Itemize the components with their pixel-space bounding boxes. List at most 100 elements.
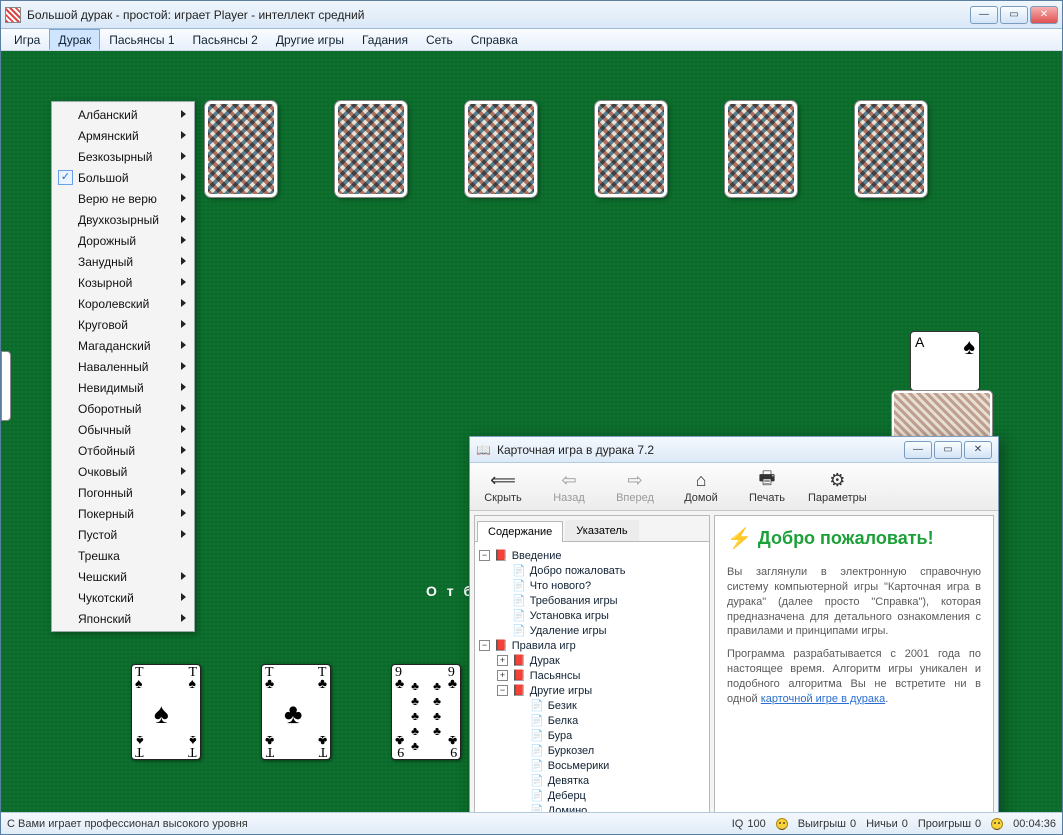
tree-toggle-icon[interactable]: − xyxy=(497,685,508,696)
help-minimize-button[interactable]: — xyxy=(904,441,932,459)
tree-toggle-icon[interactable]: + xyxy=(497,670,508,681)
menu-item[interactable]: Двухкозырный xyxy=(54,209,192,230)
menu-item[interactable]: Наваленный xyxy=(54,356,192,377)
toolbar-icon: ⇦ xyxy=(561,470,576,492)
menu-item[interactable]: Пустой xyxy=(54,524,192,545)
help-titlebar: 📖 Карточная игра в дурака 7.2 — ▭ ✕ xyxy=(470,437,998,463)
menu-игра[interactable]: Игра xyxy=(5,29,49,50)
chevron-right-icon xyxy=(181,446,186,454)
tree-item[interactable]: 📄Девятка xyxy=(479,773,705,788)
chevron-right-icon xyxy=(181,110,186,118)
durak-submenu: АлбанскийАрмянскийБезкозырный✓БольшойВер… xyxy=(51,101,195,632)
menu-справка[interactable]: Справка xyxy=(462,29,527,50)
help-tool-печать[interactable]: 🖶Печать xyxy=(742,470,792,504)
deck[interactable]: A ♠ xyxy=(882,331,1002,441)
help-tool-домой[interactable]: ⌂Домой xyxy=(676,470,726,504)
help-tool-скрыть[interactable]: ⟸Скрыть xyxy=(478,470,528,504)
minimize-button[interactable]: — xyxy=(970,6,998,24)
menu-item[interactable]: Погонный xyxy=(54,482,192,503)
menu-item[interactable]: Обычный xyxy=(54,419,192,440)
tree-item[interactable]: 📄Белка xyxy=(479,713,705,728)
tree-item[interactable]: −📕Другие игры xyxy=(479,683,705,698)
tree-item[interactable]: −📕Введение xyxy=(479,548,705,563)
menu-item[interactable]: Отбойный xyxy=(54,440,192,461)
menu-item[interactable]: Королевский xyxy=(54,293,192,314)
menu-item[interactable]: Безкозырный xyxy=(54,146,192,167)
tree-item[interactable]: 📄Бура xyxy=(479,728,705,743)
menu-item[interactable]: Чукотский xyxy=(54,587,192,608)
help-tool-параметры[interactable]: ⚙Параметры xyxy=(808,470,867,504)
tree-item[interactable]: 📄Установка игры xyxy=(479,608,705,623)
tree-item[interactable]: 📄Восьмерики xyxy=(479,758,705,773)
menu-item[interactable]: Оборотный xyxy=(54,398,192,419)
status-draws: Ничьи 0 xyxy=(866,818,908,830)
book-icon: 📕 xyxy=(512,654,526,667)
tree-item[interactable]: +📕Пасьянсы xyxy=(479,668,705,683)
menu-item[interactable]: Чешский xyxy=(54,566,192,587)
menu-item[interactable]: Верю не верю xyxy=(54,188,192,209)
menubar: ИграДуракПасьянсы 1Пасьянсы 2Другие игры… xyxy=(1,29,1062,51)
tree-toggle-icon[interactable]: − xyxy=(479,550,490,561)
menu-item[interactable]: Армянский xyxy=(54,125,192,146)
menu-item[interactable]: Трешка xyxy=(54,545,192,566)
maximize-button[interactable]: ▭ xyxy=(1000,6,1028,24)
close-button[interactable]: ✕ xyxy=(1030,6,1058,24)
book-icon: 📕 xyxy=(494,549,508,562)
menu-дурак[interactable]: Дурак xyxy=(49,29,100,50)
menu-другие игры[interactable]: Другие игры xyxy=(267,29,353,50)
page-icon: 📄 xyxy=(512,594,526,607)
menu-item[interactable]: Круговой xyxy=(54,314,192,335)
tree-item[interactable]: 📄Добро пожаловать xyxy=(479,563,705,578)
menu-item[interactable]: ✓Большой xyxy=(54,167,192,188)
menu-item[interactable]: Козырной xyxy=(54,272,192,293)
menu-item[interactable]: Японский xyxy=(54,608,192,629)
tree-item[interactable]: +📕Дурак xyxy=(479,653,705,668)
player-card[interactable]: Т♣Т♣Т♣Т♣♣ xyxy=(261,664,331,760)
page-icon: 📄 xyxy=(512,624,526,637)
menu-пасьянсы 2[interactable]: Пасьянсы 2 xyxy=(184,29,267,50)
help-close-button[interactable]: ✕ xyxy=(964,441,992,459)
toolbar-icon: ⚙ xyxy=(829,470,845,492)
help-maximize-button[interactable]: ▭ xyxy=(934,441,962,459)
tree-item[interactable]: −📕Правила игр xyxy=(479,638,705,653)
help-icon: 📖 xyxy=(476,443,491,457)
menu-item[interactable]: Очковый xyxy=(54,461,192,482)
chevron-right-icon xyxy=(181,404,186,412)
toolbar-icon: ⟸ xyxy=(490,470,516,492)
menu-сеть[interactable]: Сеть xyxy=(417,29,462,50)
tree-item[interactable]: 📄Удаление игры xyxy=(479,623,705,638)
help-tab[interactable]: Указатель xyxy=(565,520,638,541)
tree-toggle-icon[interactable]: + xyxy=(497,655,508,666)
menu-item[interactable]: Дорожный xyxy=(54,230,192,251)
menu-item[interactable]: Занудный xyxy=(54,251,192,272)
menu-пасьянсы 1[interactable]: Пасьянсы 1 xyxy=(100,29,183,50)
tree-item[interactable]: 📄Безик xyxy=(479,698,705,713)
tree-item[interactable]: 📄Буркозел xyxy=(479,743,705,758)
menu-item[interactable]: Покерный xyxy=(54,503,192,524)
tree-item[interactable]: 📄Деберц xyxy=(479,788,705,803)
help-paragraph: Вы заглянули в электронную справочную си… xyxy=(727,565,981,639)
menu-item[interactable]: Албанский xyxy=(54,104,192,125)
page-icon: 📄 xyxy=(530,744,544,757)
tree-toggle-icon[interactable]: − xyxy=(479,640,490,651)
chevron-right-icon xyxy=(181,152,186,160)
chevron-right-icon xyxy=(181,509,186,517)
action-label: О т б xyxy=(426,583,475,599)
menu-item[interactable]: Магаданский xyxy=(54,335,192,356)
page-icon: 📄 xyxy=(530,759,544,772)
app-icon xyxy=(5,7,21,23)
chevron-right-icon xyxy=(181,173,186,181)
page-icon: 📄 xyxy=(512,579,526,592)
help-tab[interactable]: Содержание xyxy=(477,521,563,542)
menu-гадания[interactable]: Гадания xyxy=(353,29,417,50)
help-link[interactable]: карточной игре в дурака xyxy=(761,693,886,705)
opponent-card xyxy=(205,101,277,197)
tree-item[interactable]: 📄Что нового? xyxy=(479,578,705,593)
status-message: С Вами играет профессионал высокого уров… xyxy=(7,818,248,830)
menu-item[interactable]: Невидимый xyxy=(54,377,192,398)
tree-item[interactable]: 📄Домино xyxy=(479,803,705,812)
player-card[interactable]: Т♠Т♠Т♠Т♠♠ xyxy=(131,664,201,760)
lightning-icon: ⚡ xyxy=(727,526,752,551)
tree-item[interactable]: 📄Требования игры xyxy=(479,593,705,608)
player-card[interactable]: 9♣9♣9♣9♣♣♣♣♣♣♣♣♣♣ xyxy=(391,664,461,760)
